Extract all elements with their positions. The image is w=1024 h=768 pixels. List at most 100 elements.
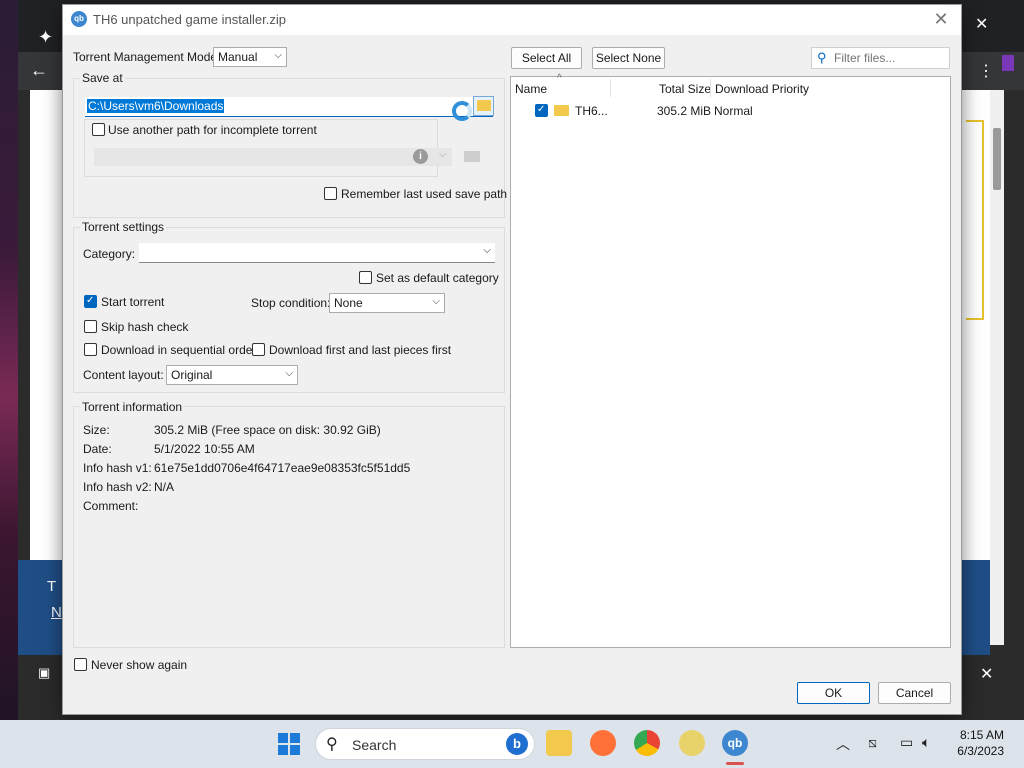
qbittorrent-icon: qb bbox=[71, 11, 87, 27]
column-download-priority[interactable]: Download Priority bbox=[715, 82, 809, 96]
volume-icon[interactable]: 🔈︎ bbox=[922, 734, 930, 751]
info-hash-v2-value: N/A bbox=[154, 480, 175, 494]
remember-path-label: Remember last used save path bbox=[341, 187, 508, 201]
taskbar: ⚲ Search b qb ︿ ⧅ ▭ 🔈︎ 8:15 AM 6/3/2023 bbox=[0, 720, 1024, 768]
info-hash-v2-label: Info hash v2: bbox=[83, 480, 152, 494]
start-torrent-label: Start torrent bbox=[101, 295, 165, 309]
torrent-settings-title: Torrent settings bbox=[80, 220, 167, 234]
column-separator[interactable] bbox=[610, 79, 611, 97]
clock-date: 6/3/2023 bbox=[957, 744, 1004, 758]
banner-link[interactable]: N bbox=[51, 604, 62, 621]
loading-spinner-icon bbox=[452, 101, 472, 121]
comment-label: Comment: bbox=[83, 499, 139, 513]
download-file-icon[interactable]: ▣ bbox=[38, 665, 50, 681]
chrome-icon[interactable] bbox=[634, 730, 660, 756]
file-row-size: 305.2 MiB bbox=[657, 104, 712, 118]
browser-tab-icon[interactable]: ✦ bbox=[38, 27, 53, 48]
display-icon[interactable]: ▭ bbox=[900, 734, 913, 751]
incomplete-path-label: Use another path for incomplete torrent bbox=[108, 123, 317, 137]
download-bar-close-icon[interactable]: ✕ bbox=[980, 664, 993, 684]
browse-folder-button[interactable] bbox=[473, 96, 494, 116]
file-row-priority[interactable]: Normal bbox=[714, 104, 753, 118]
remember-path-checkbox[interactable] bbox=[324, 187, 337, 200]
info-hash-v1-value: 61e75e1dd0706e4f64717eae9e08353fc5f51dd5 bbox=[154, 461, 411, 475]
chevron-down-icon: ⌵ bbox=[439, 149, 447, 160]
mgmt-mode-value: Manual bbox=[218, 50, 258, 64]
column-total-size[interactable]: Total Size bbox=[659, 82, 711, 96]
clock[interactable]: 8:15 AM 6/3/2023 bbox=[957, 727, 1004, 759]
start-torrent-checkbox[interactable] bbox=[84, 295, 97, 308]
file-row-name: TH6... bbox=[575, 104, 608, 118]
category-select[interactable]: ⌵ bbox=[139, 243, 495, 263]
stop-condition-label: Stop condition: bbox=[251, 296, 331, 310]
browser-menu-icon[interactable]: ⋮ bbox=[978, 61, 994, 81]
torrent-info-title: Torrent information bbox=[80, 400, 185, 414]
skip-hash-checkbox[interactable] bbox=[84, 320, 97, 333]
add-torrent-dialog: qb TH6 unpatched game installer.zip ✕ To… bbox=[62, 4, 962, 715]
never-show-again-checkbox[interactable] bbox=[74, 658, 87, 671]
filter-files-field[interactable]: ⚲ bbox=[811, 47, 950, 69]
bing-icon[interactable]: b bbox=[506, 733, 528, 755]
start-icon[interactable] bbox=[278, 733, 300, 755]
browser-close-icon[interactable]: ✕ bbox=[975, 14, 988, 34]
filter-files-input[interactable] bbox=[834, 51, 944, 65]
banner-text: T bbox=[47, 578, 57, 595]
search-icon: ⚲ bbox=[817, 50, 827, 65]
stop-condition-value: None bbox=[334, 296, 363, 310]
date-value: 5/1/2022 10:55 AM bbox=[154, 442, 255, 456]
firefox-icon[interactable] bbox=[590, 730, 616, 756]
first-last-pieces-checkbox[interactable] bbox=[252, 343, 265, 356]
info-icon: i bbox=[413, 149, 428, 164]
select-all-button[interactable]: Select All bbox=[511, 47, 582, 69]
column-separator[interactable] bbox=[710, 79, 711, 97]
folder-icon[interactable] bbox=[464, 151, 480, 162]
chevron-down-icon: ⌵ bbox=[432, 296, 440, 307]
content-layout-label: Content layout: bbox=[83, 368, 164, 382]
stop-condition-select[interactable]: None ⌵ bbox=[329, 293, 445, 313]
mgmt-mode-select[interactable]: Manual ⌵ bbox=[213, 47, 287, 67]
ok-button[interactable]: OK bbox=[797, 682, 870, 704]
select-none-button[interactable]: Select None bbox=[592, 47, 665, 69]
incomplete-path-input[interactable] bbox=[94, 148, 452, 166]
content-layout-value: Original bbox=[171, 368, 213, 382]
cancel-button[interactable]: Cancel bbox=[878, 682, 951, 704]
column-name[interactable]: Name bbox=[515, 82, 547, 96]
torrent-info-group bbox=[73, 406, 505, 648]
sort-up-icon: ^ bbox=[557, 73, 562, 84]
date-label: Date: bbox=[83, 442, 112, 456]
dialog-title: TH6 unpatched game installer.zip bbox=[93, 12, 286, 27]
gimp-icon[interactable] bbox=[679, 730, 705, 756]
size-label: Size: bbox=[83, 423, 110, 437]
taskbar-search[interactable]: ⚲ Search b bbox=[315, 728, 535, 760]
dialog-close-icon[interactable]: ✕ bbox=[931, 9, 951, 30]
chevron-down-icon: ⌵ bbox=[483, 245, 491, 256]
folder-icon bbox=[477, 100, 491, 111]
chevron-down-icon: ⌵ bbox=[285, 368, 293, 379]
file-tree[interactable]: Name ^ Total Size Download Priority TH6.… bbox=[510, 73, 951, 648]
set-default-category-checkbox[interactable] bbox=[359, 271, 372, 284]
extension-icon[interactable] bbox=[1002, 55, 1014, 71]
never-show-again-label: Never show again bbox=[91, 658, 188, 672]
file-explorer-icon[interactable] bbox=[546, 730, 572, 756]
save-path-input[interactable]: C:\Users\vm6\Downloads bbox=[85, 97, 493, 117]
save-at-title: Save at bbox=[80, 71, 125, 85]
content-layout-select[interactable]: Original ⌵ bbox=[166, 365, 298, 385]
sequential-order-checkbox[interactable] bbox=[84, 343, 97, 356]
sequential-order-label: Download in sequential order bbox=[101, 343, 257, 357]
network-icon[interactable]: ⧅ bbox=[868, 734, 877, 751]
taskbar-search-text: Search bbox=[352, 737, 397, 753]
qbittorrent-taskbar-icon[interactable]: qb bbox=[722, 730, 748, 756]
active-app-indicator bbox=[726, 762, 744, 765]
set-default-category-label: Set as default category bbox=[376, 271, 499, 285]
back-arrow-icon[interactable]: ← bbox=[30, 60, 48, 81]
chevron-up-icon[interactable]: ︿ bbox=[836, 734, 850, 754]
file-row-checkbox[interactable] bbox=[535, 104, 548, 117]
skip-hash-label: Skip hash check bbox=[101, 320, 189, 334]
info-hash-v1-label: Info hash v1: bbox=[83, 461, 152, 475]
file-row[interactable]: TH6... 305.2 MiB Normal bbox=[511, 101, 950, 121]
dialog-titlebar: qb TH6 unpatched game installer.zip ✕ bbox=[63, 5, 961, 35]
page-highlight-frame bbox=[966, 120, 984, 320]
incomplete-path-checkbox[interactable] bbox=[92, 123, 105, 136]
file-tree-header: Name ^ Total Size Download Priority bbox=[511, 73, 950, 99]
page-scrollbar-thumb[interactable] bbox=[993, 128, 1001, 190]
